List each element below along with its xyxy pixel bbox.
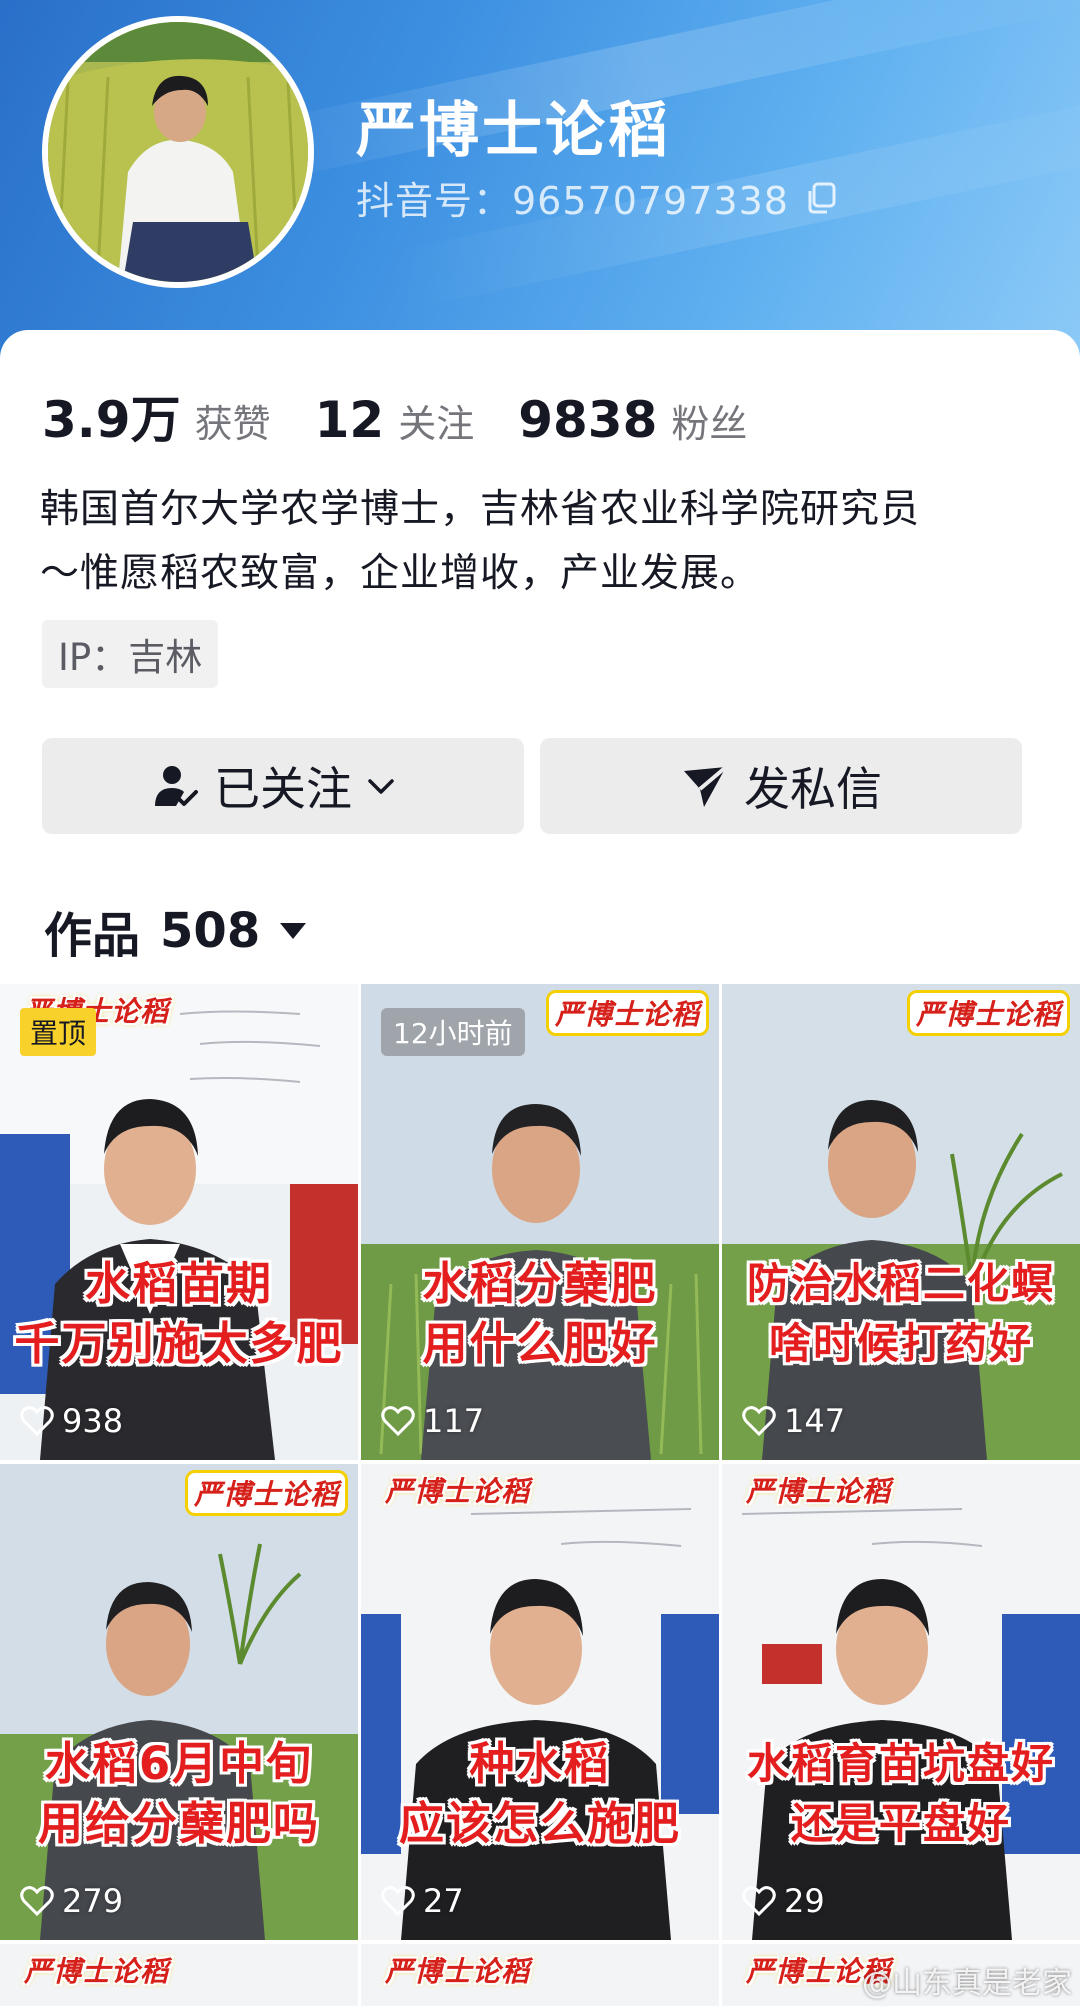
channel-brand-logo: 严博士论稻 xyxy=(24,1955,170,1988)
video-caption: 防治水稻二化螟 啥时候打药好 xyxy=(722,1254,1080,1374)
bio-line: ～惟愿稻农致富，企业增收，产业发展。 xyxy=(40,551,761,596)
caption-line: 种水稻 xyxy=(469,1737,611,1790)
ip-location-tag: IP：吉林 xyxy=(42,620,219,688)
video-tile[interactable]: 严博士论稻 xyxy=(361,1944,719,2006)
video-tile[interactable]: 严博士论稻 12小时前 水稻分蘖肥 用什么肥好 117 xyxy=(361,984,719,1460)
stat-followers[interactable]: 9838 粉丝 xyxy=(518,391,747,449)
video-caption: 水稻分蘖肥 用什么肥好 xyxy=(361,1254,719,1374)
video-thumbnail xyxy=(722,984,1080,1460)
caption-line: 啥时候打药好 xyxy=(768,1319,1033,1368)
stat-label: 关注 xyxy=(398,402,475,446)
send-icon xyxy=(684,765,728,807)
douyin-id-text: 抖音号：96570797338 xyxy=(356,179,789,223)
caption-line: 水稻6月中旬 xyxy=(44,1737,314,1790)
caption-line: 水稻苗期 xyxy=(84,1257,273,1310)
caption-line: 还是平盘好 xyxy=(790,1799,1011,1848)
works-count: 508 xyxy=(160,903,261,959)
like-count: 117 xyxy=(381,1402,484,1440)
heart-icon xyxy=(381,1406,415,1437)
like-count-value: 147 xyxy=(784,1402,846,1440)
video-thumbnail xyxy=(722,1464,1080,1940)
heart-icon xyxy=(20,1886,54,1917)
video-tile[interactable]: 严博士论稻 防治水稻二化螟 啥时候打药好 147 xyxy=(722,984,1080,1460)
like-count: 938 xyxy=(20,1402,123,1440)
stats-row: 3.9万 获赞 12 关注 9838 粉丝 xyxy=(42,380,791,452)
video-thumbnail xyxy=(361,1464,719,1940)
stat-label: 获赞 xyxy=(194,402,271,446)
channel-brand-logo: 严博士论稻 xyxy=(385,1955,531,1988)
stat-number: 3.9万 xyxy=(42,391,181,449)
caption-line: 水稻分蘖肥 xyxy=(422,1257,658,1310)
pinned-badge: 置顶 xyxy=(20,1008,97,1056)
channel-brand-logo: 严博士论稻 xyxy=(746,1475,892,1508)
caption-line: 应该怎么施肥 xyxy=(398,1797,681,1850)
video-caption: 水稻苗期 千万别施太多肥 xyxy=(0,1254,358,1374)
channel-brand-logo: 严博士论稻 xyxy=(906,990,1070,1036)
chevron-down-icon xyxy=(368,779,394,794)
watermark: @山东真是老家 xyxy=(862,1966,1072,2001)
post-time-badge: 12小时前 xyxy=(381,1008,525,1056)
followed-button-label: 已关注 xyxy=(214,762,352,816)
caption-line: 用给分蘖肥吗 xyxy=(37,1797,320,1850)
heart-icon xyxy=(381,1886,415,1917)
video-caption: 种水稻 应该怎么施肥 xyxy=(361,1734,719,1854)
stat-number: 9838 xyxy=(518,391,658,449)
stat-following[interactable]: 12 关注 xyxy=(315,391,475,449)
caption-line: 防治水稻二化螟 xyxy=(746,1259,1055,1308)
video-tile[interactable]: 严博士论稻 水稻育苗坑盘好 还是平盘好 29 xyxy=(722,1464,1080,1940)
caption-line: 用什么肥好 xyxy=(422,1317,658,1370)
video-caption: 水稻育苗坑盘好 还是平盘好 xyxy=(722,1734,1080,1854)
profile-bio: 韩国首尔大学农学博士，吉林省农业科学院研究员 ～惟愿稻农致富，企业增收，产业发展… xyxy=(40,478,1050,606)
video-tile[interactable]: 严博士论稻 置顶 水稻苗期 千万别施太多肥 938 xyxy=(0,984,358,1460)
followed-button[interactable]: 已关注 xyxy=(42,738,524,834)
like-count-value: 117 xyxy=(423,1402,485,1440)
like-count-value: 29 xyxy=(784,1882,825,1920)
channel-brand-logo: 严博士论稻 xyxy=(385,1475,531,1508)
caption-line: 千万别施太多肥 xyxy=(14,1317,344,1370)
video-tile[interactable]: 严博士论稻 种水稻 应该怎么施肥 27 xyxy=(361,1464,719,1940)
like-count: 147 xyxy=(742,1402,845,1440)
send-message-label: 发私信 xyxy=(744,762,882,816)
stat-likes[interactable]: 3.9万 获赞 xyxy=(42,380,271,452)
like-count-value: 279 xyxy=(62,1882,124,1920)
works-tab[interactable]: 作品 508 xyxy=(44,896,308,966)
stat-label: 粉丝 xyxy=(671,402,748,446)
bio-line: 韩国首尔大学农学博士，吉林省农业科学院研究员 xyxy=(40,487,921,532)
avatar[interactable] xyxy=(42,16,314,288)
video-tile[interactable]: 严博士论稻 @山东真是老家 xyxy=(722,1944,1080,2006)
like-count: 279 xyxy=(20,1882,123,1920)
video-tile[interactable]: 严博士论稻 水稻6月中旬 用给分蘖肥吗 279 xyxy=(0,1464,358,1940)
copy-icon[interactable] xyxy=(805,181,839,215)
channel-brand-logo: 严博士论稻 xyxy=(545,990,709,1036)
like-count: 27 xyxy=(381,1882,464,1920)
video-thumbnail xyxy=(0,1464,358,1940)
video-tile[interactable]: 严博士论稻 xyxy=(0,1944,358,2006)
like-count-value: 938 xyxy=(62,1402,124,1440)
works-label: 作品 xyxy=(44,908,141,964)
channel-brand-logo: 严博士论稻 xyxy=(184,1470,348,1516)
send-message-button[interactable]: 发私信 xyxy=(540,738,1022,834)
heart-icon xyxy=(742,1406,776,1437)
user-check-icon xyxy=(155,766,198,806)
heart-icon xyxy=(20,1406,54,1437)
heart-icon xyxy=(742,1886,776,1917)
stat-number: 12 xyxy=(314,391,385,449)
video-caption: 水稻6月中旬 用给分蘖肥吗 xyxy=(0,1734,358,1854)
caret-down-icon xyxy=(280,923,307,939)
like-count: 29 xyxy=(742,1882,825,1920)
caption-line: 水稻育苗坑盘好 xyxy=(746,1739,1055,1788)
douyin-id[interactable]: 抖音号：96570797338 xyxy=(356,170,839,225)
profile-name: 严博士论稻 xyxy=(356,96,671,166)
avatar-photo xyxy=(48,22,308,282)
like-count-value: 27 xyxy=(423,1882,464,1920)
